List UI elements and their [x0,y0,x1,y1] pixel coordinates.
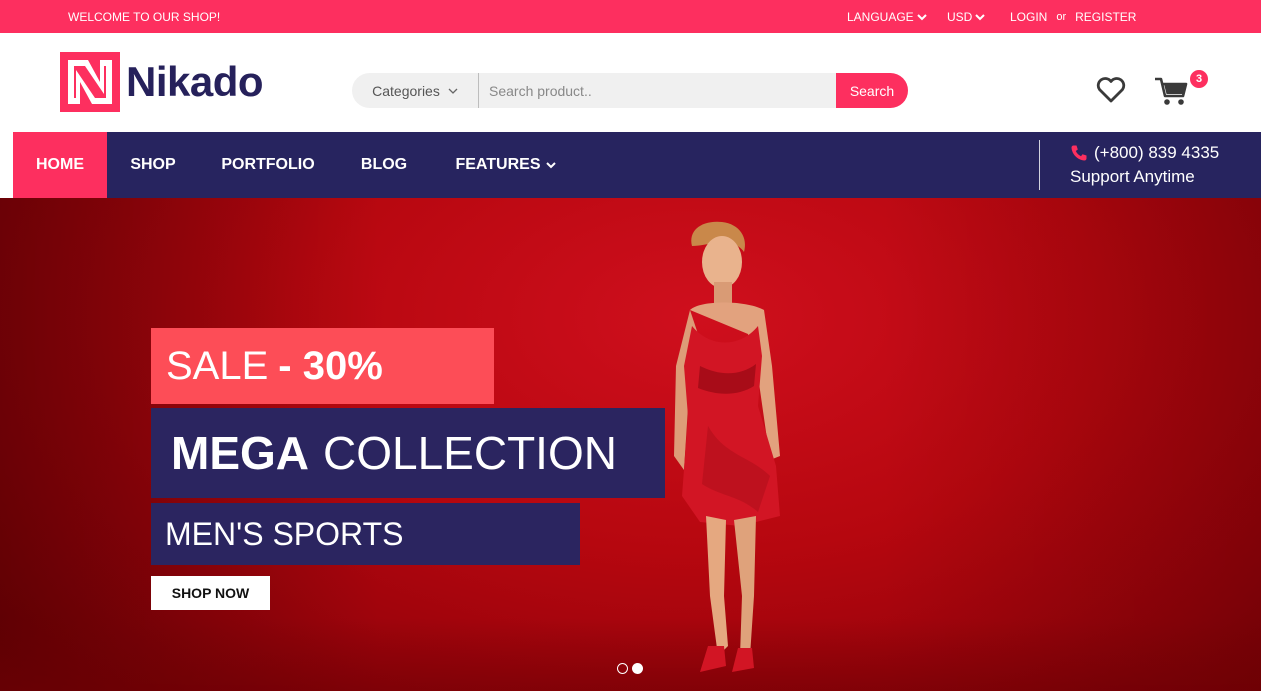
search-bar: Categories Search [352,73,908,108]
phone-icon [1071,145,1087,161]
nav-item-features[interactable]: FEATURES [447,132,565,198]
search-button[interactable]: Search [836,73,908,108]
hero-subtitle: MEN'S SPORTS [165,515,404,552]
nav-item-label: HOME [36,156,84,173]
shop-now-button[interactable]: SHOP NOW [151,576,270,610]
collection-banner: MEGA COLLECTION [151,408,665,498]
support-contact: (+800) 839 4335 Support Anytime [1070,141,1219,189]
slider-dot-1[interactable] [617,663,628,674]
slider-dot-2[interactable] [632,663,643,674]
top-bar: WELCOME TO OUR SHOP! LANGUAGE USD LOGIN … [0,0,1261,33]
nav-item-label: FEATURES [455,156,541,173]
nav-item-home[interactable]: HOME [13,132,107,198]
search-input[interactable] [479,73,836,108]
nav-item-label: SHOP [130,156,176,173]
language-selector[interactable]: LANGUAGE [847,10,928,24]
header: Nikado Categories Search 3 [0,33,1261,132]
currency-selector[interactable]: USD [947,10,986,24]
collection-bold: MEGA [171,427,309,479]
nav-item-label: BLOG [360,156,408,173]
login-link[interactable]: LOGIN [1010,10,1047,24]
or-text: or [1056,11,1067,23]
subtitle-banner: MEN'S SPORTS [151,503,580,565]
logo[interactable]: Nikado [60,52,264,112]
sale-banner: SALE - 30% [151,328,494,404]
language-label: LANGUAGE [847,10,914,24]
main-nav: HOME SHOP PORTFOLIO BLOG FEATURES (+800)… [13,132,1261,198]
nav-divider [1039,140,1040,190]
chevron-down-icon [974,12,986,22]
sale-value: - 30% [278,343,383,388]
chevron-down-icon [448,88,458,94]
cart-icon[interactable] [1154,75,1188,107]
collection-rest: COLLECTION [323,427,617,479]
register-link[interactable]: REGISTER [1075,10,1136,24]
cart-count-badge: 3 [1188,68,1210,90]
hero-slider: SALE - 30% MEGA COLLECTION MEN'S SPORTS … [0,198,1261,691]
support-phone[interactable]: (+800) 839 4335 [1094,141,1219,165]
nav-item-shop[interactable]: SHOP [121,132,185,198]
slider-dots [617,663,647,674]
nav-item-label: PORTFOLIO [221,156,315,173]
welcome-text: WELCOME TO OUR SHOP! [68,10,221,24]
nav-item-portfolio[interactable]: PORTFOLIO [213,132,323,198]
support-text: Support Anytime [1070,167,1195,186]
auth-links: LOGIN or REGISTER [1010,10,1136,24]
logo-text: Nikado [126,58,264,105]
heart-icon[interactable] [1096,77,1126,103]
chevron-down-icon [545,162,556,169]
sale-prefix: SALE [166,343,269,388]
chevron-down-icon [916,12,928,22]
category-dropdown[interactable]: Categories [352,73,479,108]
nav-item-blog[interactable]: BLOG [353,132,415,198]
currency-label: USD [947,10,973,24]
logo-icon [60,52,120,112]
category-label: Categories [372,82,440,99]
